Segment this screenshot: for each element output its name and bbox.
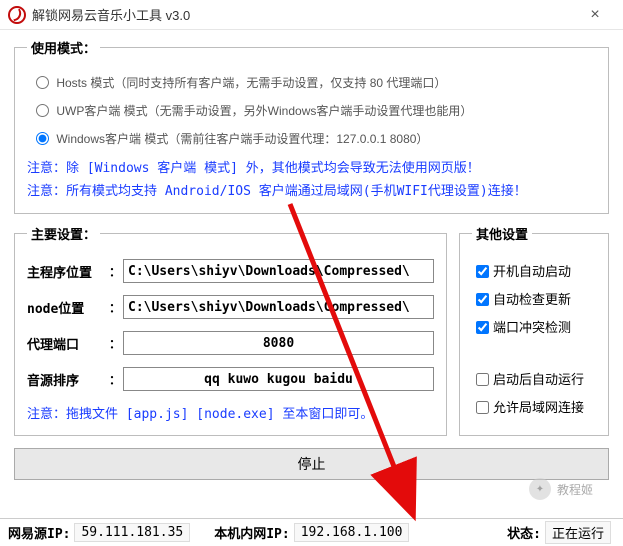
radio-windows-label: Windows客户端 模式（需前往客户端手动设置代理：127.0.0.1 808…	[56, 132, 428, 146]
main-note: 注意：拖拽文件 [app.js] [node.exe] 至本窗口即可。	[27, 403, 434, 422]
source-order-input[interactable]	[123, 367, 434, 391]
chk-portcheck-label: 端口冲突检测	[493, 320, 571, 335]
chk-autorun-input[interactable]	[476, 373, 489, 386]
node-label: node位置	[27, 298, 107, 317]
chk-lan[interactable]: 允许局域网连接	[472, 400, 584, 415]
status-bar: 网易源IP: 59.111.181.35 本机内网IP: 192.168.1.1…	[0, 518, 623, 546]
chk-autostart-input[interactable]	[476, 265, 489, 278]
local-ip-value: 192.168.1.100	[294, 523, 410, 542]
mode-legend: 使用模式：	[27, 38, 100, 57]
main-path-input[interactable]	[123, 259, 434, 283]
mode-note-1: 注意：除 [Windows 客户端 模式] 外，其他模式均会导致无法使用网页版！	[27, 157, 596, 176]
path-label: 主程序位置	[27, 262, 107, 281]
radio-hosts-label: Hosts 模式（同时支持所有客户端，无需手动设置，仅支持 80 代理端口）	[56, 76, 446, 90]
main-settings-group: 主要设置： 主程序位置 ： node位置 ： 代理端口 ： 音源排序 ：	[14, 224, 447, 436]
chk-autorun-label: 启动后自动运行	[493, 372, 584, 387]
chk-portcheck[interactable]: 端口冲突检测	[472, 320, 571, 335]
chk-autostart[interactable]: 开机自动启动	[472, 264, 571, 279]
node-path-input[interactable]	[123, 295, 434, 319]
main-legend: 主要设置：	[27, 224, 100, 243]
radio-windows[interactable]: Windows客户端 模式（需前往客户端手动设置代理：127.0.0.1 808…	[31, 132, 428, 146]
colon: ：	[107, 371, 123, 388]
colon: ：	[107, 299, 123, 316]
radio-uwp-label: UWP客户端 模式（无需手动设置，另外Windows客户端手动设置代理也能用）	[56, 104, 472, 118]
state-value: 正在运行	[545, 521, 611, 544]
chk-portcheck-input[interactable]	[476, 321, 489, 334]
chk-autocheck-input[interactable]	[476, 293, 489, 306]
src-ip-label: 网易源IP:	[8, 523, 70, 542]
chk-autocheck[interactable]: 自动检查更新	[472, 292, 571, 307]
stop-button[interactable]: 停止	[14, 448, 609, 480]
title-bar: 解锁网易云音乐小工具 v3.0 ×	[0, 0, 623, 30]
radio-hosts[interactable]: Hosts 模式（同时支持所有客户端，无需手动设置，仅支持 80 代理端口）	[31, 76, 446, 90]
mode-note-2: 注意：所有模式均支持 Android/IOS 客户端通过局域网(手机WIFI代理…	[27, 180, 596, 199]
window-title: 解锁网易云音乐小工具 v3.0	[32, 5, 575, 24]
mode-group: 使用模式： Hosts 模式（同时支持所有客户端，无需手动设置，仅支持 80 代…	[14, 38, 609, 214]
order-label: 音源排序	[27, 370, 107, 389]
chk-autorun[interactable]: 启动后自动运行	[472, 372, 584, 387]
chk-lan-label: 允许局域网连接	[493, 400, 584, 415]
radio-uwp-input[interactable]	[36, 104, 49, 117]
chk-lan-input[interactable]	[476, 401, 489, 414]
close-button[interactable]: ×	[575, 6, 615, 24]
chk-autocheck-label: 自动检查更新	[493, 292, 571, 307]
radio-hosts-input[interactable]	[36, 76, 49, 89]
other-legend: 其他设置	[472, 224, 532, 243]
netease-logo-icon	[8, 6, 26, 24]
src-ip-value: 59.111.181.35	[74, 523, 190, 542]
chk-autostart-label: 开机自动启动	[493, 264, 571, 279]
colon: ：	[107, 335, 123, 352]
other-settings-group: 其他设置 开机自动启动 自动检查更新 端口冲突检测 启动后自动运行 允许局域网连…	[459, 224, 609, 436]
colon: ：	[107, 263, 123, 280]
state-label: 状态:	[507, 523, 541, 542]
radio-windows-input[interactable]	[36, 132, 49, 145]
port-label: 代理端口	[27, 334, 107, 353]
radio-uwp[interactable]: UWP客户端 模式（无需手动设置，另外Windows客户端手动设置代理也能用）	[31, 104, 472, 118]
proxy-port-input[interactable]	[123, 331, 434, 355]
local-ip-label: 本机内网IP:	[214, 523, 289, 542]
